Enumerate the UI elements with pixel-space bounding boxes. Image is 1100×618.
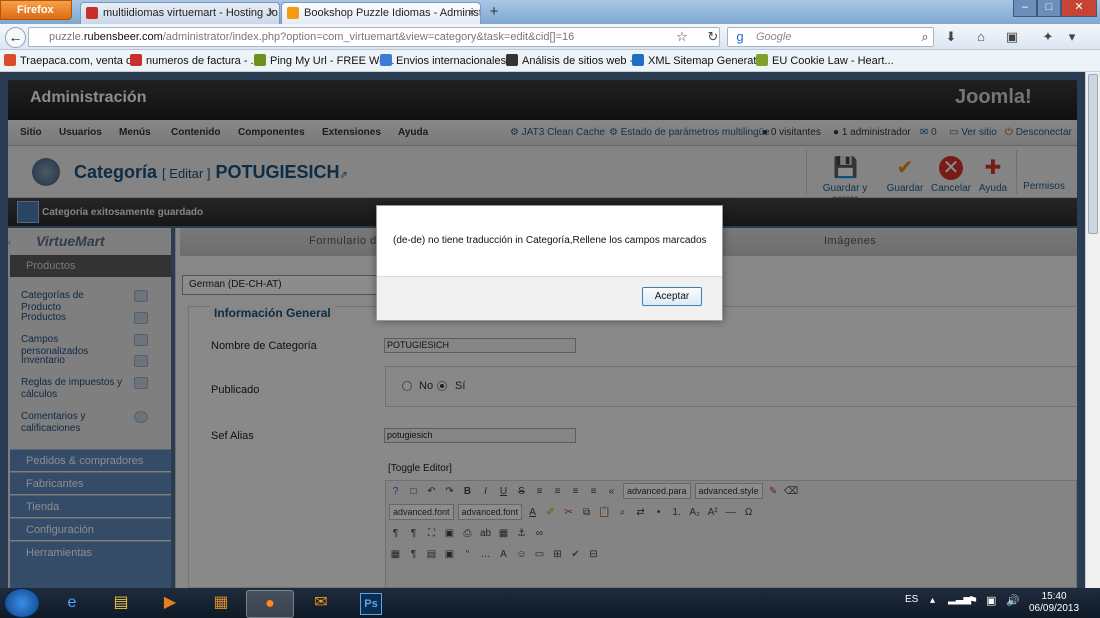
- screen: Firefox multiidiomas virtuemart - Hostin…: [0, 0, 1100, 618]
- maximize-button[interactable]: □: [1037, 0, 1061, 17]
- bookmark-star-icon[interactable]: ☆: [673, 28, 691, 46]
- bookmark-favicon-icon: [756, 54, 768, 66]
- addon-icon[interactable]: ✦: [1039, 28, 1057, 46]
- language-indicator[interactable]: ES: [905, 594, 918, 605]
- bookmark-item[interactable]: numeros de factura - ...: [130, 53, 260, 69]
- url-path: /administrator/index.php?option=com_virt…: [162, 31, 575, 43]
- downloads-icon[interactable]: ⬇: [942, 28, 960, 46]
- bookmark-item[interactable]: XML Sitemap Generat...: [632, 53, 766, 69]
- volume-icon[interactable]: 🔊: [1006, 594, 1020, 607]
- reload-icon[interactable]: ↻: [704, 28, 722, 46]
- dialog-message: (de-de) no tiene traducción in Categoría…: [393, 235, 707, 246]
- bookmark-favicon-icon: [4, 54, 16, 66]
- hosting-favicon-icon: [86, 7, 98, 19]
- bookmark-item[interactable]: EU Cookie Law - Heart...: [756, 53, 894, 69]
- search-icon[interactable]: ⌕: [916, 28, 934, 46]
- system-clock[interactable]: 15:40 06/09/2013: [1029, 591, 1079, 615]
- bookmark-item[interactable]: Análisis de sitios web -...: [506, 53, 642, 69]
- tab-bookshop[interactable]: Bookshop Puzzle Idiomas - Administr... ×: [281, 2, 481, 24]
- close-tab-icon[interactable]: ×: [268, 3, 274, 23]
- bookmark-item[interactable]: Envios internacionales ...: [380, 53, 518, 69]
- scrollbar-thumb[interactable]: [1088, 74, 1098, 234]
- outlook-icon[interactable]: ✉: [297, 590, 345, 618]
- network-app-icon[interactable]: ▦: [197, 590, 245, 618]
- new-tab-button[interactable]: +: [484, 3, 504, 23]
- photoshop-icon[interactable]: Ps: [347, 590, 395, 618]
- page-scrollbar[interactable]: [1085, 72, 1100, 588]
- bookmark-item[interactable]: Traepaca.com, venta d...: [4, 53, 141, 69]
- joomla-favicon-icon: [287, 7, 299, 19]
- url-host: rubensbeer.com: [83, 31, 163, 43]
- ie-icon[interactable]: e: [48, 590, 96, 618]
- url-bar[interactable]: puzzle.rubensbeer.com/administrator/inde…: [28, 27, 720, 47]
- menu-chevron-icon[interactable]: ▾: [1063, 28, 1081, 46]
- explorer-icon[interactable]: ▤: [97, 590, 145, 618]
- tray-expand-icon[interactable]: ▴: [930, 595, 935, 606]
- clock-date: 06/09/2013: [1029, 603, 1080, 614]
- close-window-button[interactable]: ✕: [1061, 0, 1097, 17]
- bookmark-item[interactable]: Ping My Url - FREE We...: [254, 53, 394, 69]
- bookmarks-menu-icon[interactable]: ▣: [1003, 28, 1021, 46]
- home-icon[interactable]: ⌂: [972, 28, 990, 46]
- firefox-menu-button[interactable]: Firefox: [0, 0, 72, 20]
- bookmark-favicon-icon: [632, 54, 644, 66]
- tab-multiidiomas[interactable]: multiidiomas virtuemart - Hosting Jo... …: [80, 2, 280, 24]
- back-button[interactable]: ←: [5, 27, 26, 48]
- bookmark-favicon-icon: [254, 54, 266, 66]
- accept-button[interactable]: Aceptar: [642, 287, 702, 306]
- search-input[interactable]: Google: [727, 27, 934, 47]
- close-tab-icon[interactable]: ×: [469, 3, 475, 23]
- bookmark-favicon-icon: [130, 54, 142, 66]
- flag-icon[interactable]: ⚑: [968, 594, 978, 607]
- media-player-icon[interactable]: ▶: [146, 590, 194, 618]
- tab-title: multiidiomas virtuemart - Hosting Jo...: [103, 7, 280, 19]
- url-prefix: puzzle.: [49, 31, 84, 43]
- modal-overlay: [0, 72, 1100, 588]
- firefox-taskbar-icon[interactable]: ●: [246, 590, 294, 618]
- clock-time: 15:40: [1041, 591, 1067, 602]
- minimize-button[interactable]: –: [1013, 0, 1037, 17]
- security-icon[interactable]: ▣: [986, 594, 996, 607]
- tab-title: Bookshop Puzzle Idiomas - Administr...: [304, 7, 481, 19]
- bookmark-favicon-icon: [506, 54, 518, 66]
- bookmark-favicon-icon: [380, 54, 392, 66]
- google-engine-icon[interactable]: g: [731, 28, 749, 46]
- start-button[interactable]: [4, 588, 40, 618]
